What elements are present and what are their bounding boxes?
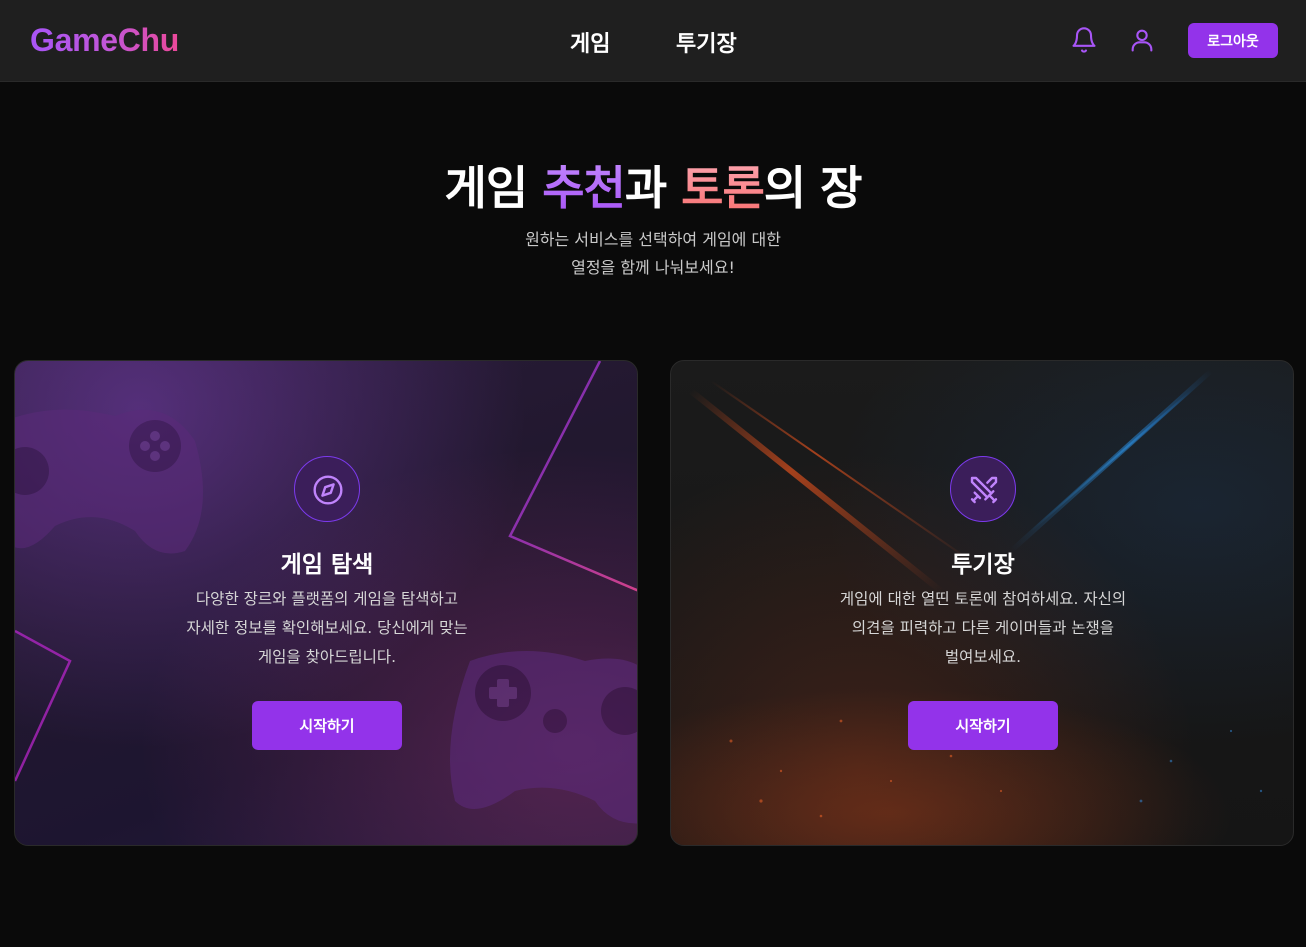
arena-card: 투기장 게임에 대한 열띤 토론에 참여하세요. 자신의 의견을 피력하고 다른… [670,360,1294,846]
title-part1: 게임 [444,161,543,215]
card-description: 게임에 대한 열띤 토론에 참여하세요. 자신의 의견을 피력하고 다른 게이머… [813,585,1153,672]
user-icon[interactable] [1128,26,1156,54]
arena-start-button[interactable]: 시작하기 [908,701,1058,750]
compass-icon [313,475,343,505]
card-description: 다양한 장르와 플랫폼의 게임을 탐색하고 자세한 정보를 확인해보세요. 당신… [157,585,497,672]
nav-arena[interactable]: 투기장 [676,26,737,58]
crossed-swords-icon-badge [950,456,1016,522]
top-header: GameChu 게임 투기장 로그아웃 [0,0,1306,82]
compass-icon-badge [294,456,360,522]
title-highlight-recommend: 추천 [542,161,626,215]
card-title: 게임 탐색 [280,552,374,578]
explore-start-button[interactable]: 시작하기 [252,701,402,750]
title-part2: 과 [624,161,682,215]
title-highlight-debate: 토론 [681,161,765,215]
card-title: 투기장 [951,552,1015,578]
page-subtitle: 원하는 서비스를 선택하여 게임에 대한 열정을 함께 나눠보세요! [0,226,1306,282]
description-line: 게임에 대한 열띤 토론에 참여하세요. 자신의 [839,590,1127,608]
crossed-swords-icon [970,476,998,504]
bell-icon[interactable] [1070,26,1098,54]
logout-button[interactable]: 로그아웃 [1188,23,1278,58]
subtitle-line: 원하는 서비스를 선택하여 게임에 대한 [525,230,781,249]
description-line: 벌여보세요. [944,648,1022,666]
game-explore-card: 게임 탐색 다양한 장르와 플랫폼의 게임을 탐색하고 자세한 정보를 확인해보… [14,360,638,846]
nav-game[interactable]: 게임 [570,26,610,58]
page-title: 게임 추천과 토론의 장 [0,152,1306,218]
description-line: 자세한 정보를 확인해보세요. 당신에게 맞는 [186,619,468,637]
logo[interactable]: GameChu [30,22,179,59]
description-line: 의견을 피력하고 다른 게이머들과 논쟁을 [851,619,1115,637]
title-part3: 의 장 [763,161,863,215]
description-line: 다양한 장르와 플랫폼의 게임을 탐색하고 [195,590,459,608]
description-line: 게임을 찾아드립니다. [257,648,397,666]
subtitle-line: 열정을 함께 나눠보세요! [571,258,735,277]
